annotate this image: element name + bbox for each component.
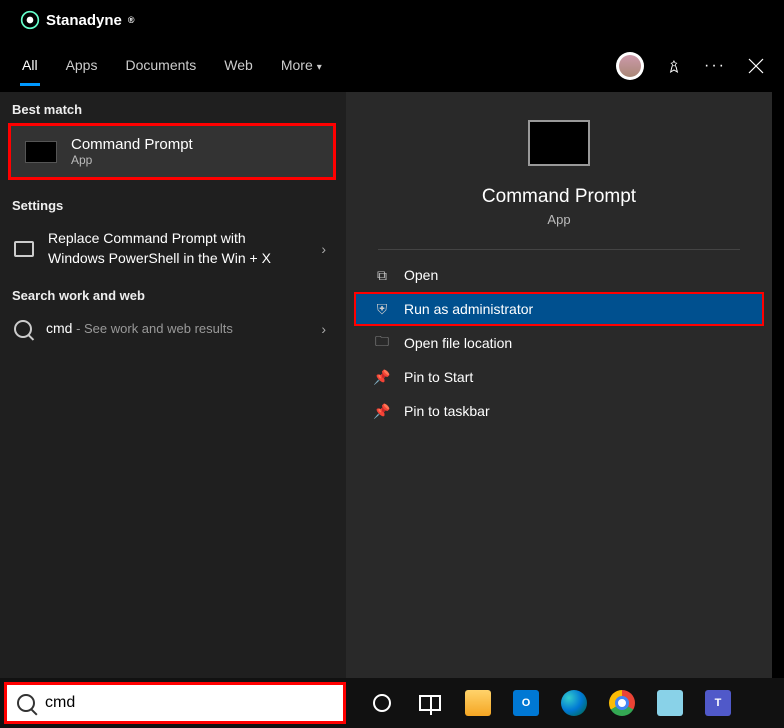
action-run-as-admin[interactable]: ⛨ Run as administrator bbox=[354, 292, 764, 326]
notepad-button[interactable] bbox=[648, 678, 692, 728]
cortana-icon bbox=[373, 694, 391, 712]
pin-icon: 📌 bbox=[374, 369, 390, 385]
chevron-right-icon: › bbox=[321, 321, 326, 337]
best-match-header: Best match bbox=[0, 92, 346, 123]
outlook-button[interactable]: O bbox=[504, 678, 548, 728]
brand-bar: Stanadyne® bbox=[0, 0, 784, 40]
search-web-item[interactable]: cmd - See work and web results › bbox=[0, 309, 346, 349]
divider bbox=[378, 249, 740, 250]
tabs-right: ··· bbox=[616, 52, 764, 80]
taskbar: cmd O T bbox=[0, 678, 784, 728]
cortana-button[interactable] bbox=[360, 678, 404, 728]
search-item-term: cmd bbox=[46, 320, 72, 336]
search-icon bbox=[14, 320, 32, 338]
search-icon bbox=[17, 694, 35, 712]
pin-icon: 📌 bbox=[374, 403, 390, 419]
detail-title: Command Prompt bbox=[482, 186, 636, 208]
edge-button[interactable] bbox=[552, 678, 596, 728]
settings-item-icon bbox=[14, 241, 34, 257]
results-pane: Best match Command Prompt App Settings R… bbox=[0, 92, 346, 678]
action-list: ⧉ Open ⛨ Run as administrator 🗀 Open fil… bbox=[346, 258, 772, 428]
action-pin-to-taskbar[interactable]: 📌 Pin to taskbar bbox=[346, 394, 772, 428]
tab-web[interactable]: Web bbox=[222, 47, 255, 86]
brand-logo: Stanadyne® bbox=[20, 10, 135, 30]
close-icon[interactable] bbox=[748, 58, 764, 74]
search-item-desc: - See work and web results bbox=[72, 321, 232, 336]
brand-text: Stanadyne bbox=[46, 12, 122, 29]
chrome-button[interactable] bbox=[600, 678, 644, 728]
tab-apps[interactable]: Apps bbox=[64, 47, 100, 86]
best-match-title: Command Prompt bbox=[71, 136, 193, 153]
action-open[interactable]: ⧉ Open bbox=[346, 258, 772, 292]
teams-button[interactable]: T bbox=[696, 678, 740, 728]
best-match-subtitle: App bbox=[71, 153, 193, 167]
tabs-left: All Apps Documents Web More bbox=[20, 47, 324, 86]
task-view-button[interactable] bbox=[408, 678, 452, 728]
edge-icon bbox=[561, 690, 587, 716]
main-content: Best match Command Prompt App Settings R… bbox=[0, 92, 784, 678]
more-options-icon[interactable]: ··· bbox=[704, 57, 726, 75]
settings-item-text: Replace Command Prompt with Windows Powe… bbox=[48, 229, 288, 268]
teams-icon: T bbox=[705, 690, 731, 716]
detail-subtitle: App bbox=[547, 212, 570, 227]
search-input-value: cmd bbox=[45, 694, 75, 712]
admin-icon: ⛨ bbox=[374, 301, 390, 317]
chrome-icon bbox=[609, 690, 635, 716]
tab-documents[interactable]: Documents bbox=[123, 47, 198, 86]
taskbar-search-box[interactable]: cmd bbox=[4, 682, 346, 724]
file-explorer-button[interactable] bbox=[456, 678, 500, 728]
open-icon: ⧉ bbox=[374, 267, 390, 283]
rewards-icon[interactable] bbox=[666, 58, 682, 74]
detail-pane: Command Prompt App ⧉ Open ⛨ Run as admin… bbox=[346, 92, 772, 678]
notepad-icon bbox=[657, 690, 683, 716]
action-pin-to-start[interactable]: 📌 Pin to Start bbox=[346, 360, 772, 394]
brand-logo-icon bbox=[20, 10, 40, 30]
file-explorer-icon bbox=[465, 690, 491, 716]
best-match-item[interactable]: Command Prompt App bbox=[8, 123, 336, 180]
search-web-header: Search work and web bbox=[0, 278, 346, 309]
task-view-icon bbox=[419, 695, 441, 711]
tab-more[interactable]: More bbox=[279, 47, 324, 86]
cmd-thumbnail-icon bbox=[25, 141, 57, 163]
app-preview-icon bbox=[528, 120, 590, 166]
outlook-icon: O bbox=[513, 690, 539, 716]
settings-item[interactable]: Replace Command Prompt with Windows Powe… bbox=[0, 219, 346, 278]
tab-all[interactable]: All bbox=[20, 47, 40, 86]
tabs-bar: All Apps Documents Web More ··· bbox=[0, 40, 784, 92]
user-avatar[interactable] bbox=[616, 52, 644, 80]
action-open-file-location[interactable]: 🗀 Open file location bbox=[346, 326, 772, 360]
taskbar-icons: O T bbox=[360, 678, 740, 728]
chevron-right-icon: › bbox=[321, 241, 326, 257]
settings-header: Settings bbox=[0, 188, 346, 219]
folder-icon: 🗀 bbox=[374, 335, 390, 351]
